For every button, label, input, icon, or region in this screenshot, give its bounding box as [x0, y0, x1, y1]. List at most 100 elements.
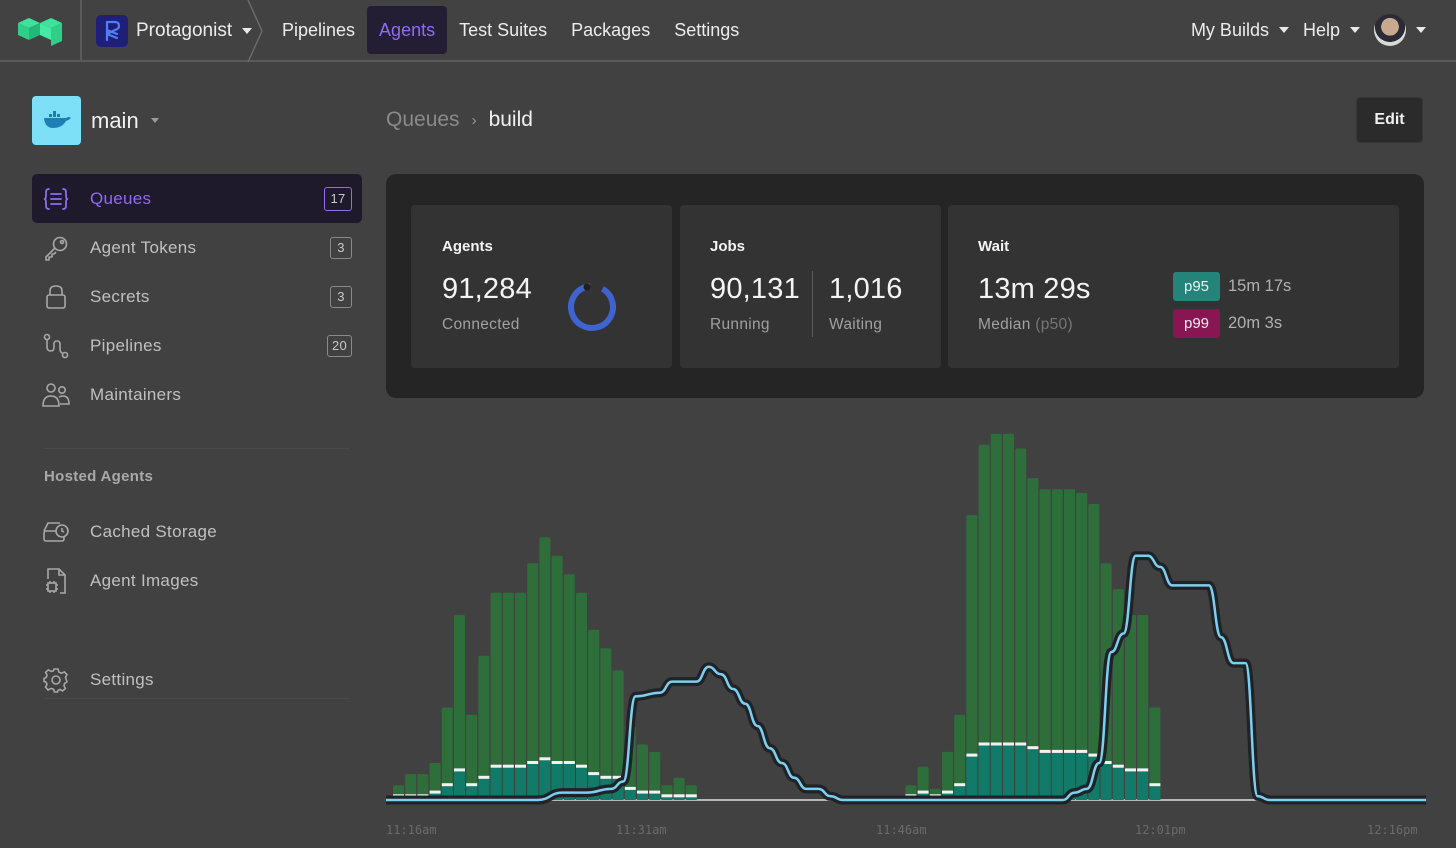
chevron-down-icon — [150, 118, 159, 123]
wait-card-title: Wait — [978, 238, 1010, 255]
jobs-running-value: 90,131 — [710, 273, 800, 305]
sidebar-item-pipelines[interactable]: Pipelines 20 — [32, 321, 362, 370]
bar-running — [649, 792, 661, 800]
x-tick-label: 12:16pm — [1367, 823, 1418, 837]
bar-running-marker — [515, 764, 526, 768]
sidebar-item-label: Settings — [90, 669, 154, 689]
p95-row: p95 15m 17s — [1173, 272, 1291, 301]
bar-running-marker — [624, 786, 636, 790]
nav-test-suites[interactable]: Test Suites — [447, 6, 559, 54]
sidebar-item-label: Pipelines — [90, 335, 162, 355]
lock-icon — [42, 283, 70, 311]
bar-running-marker — [551, 761, 563, 764]
bar-running — [1027, 748, 1039, 800]
bar-running — [1137, 770, 1149, 800]
bar-running-marker — [1015, 742, 1027, 746]
median-suffix: (p50) — [1035, 316, 1073, 333]
bar-running-marker — [1112, 764, 1124, 768]
bar-running-marker — [990, 742, 1002, 746]
cluster-menu: Queues 17 Agent Tokens 3 Secrets 3 Pipel… — [32, 174, 362, 419]
sidebar-item-label: Cached Storage — [90, 521, 218, 541]
bar-running-marker — [441, 783, 453, 787]
nav-agents[interactable]: Agents — [367, 6, 448, 54]
jobs-waiting-label: Waiting — [829, 316, 883, 333]
my-builds-menu[interactable]: My Builds — [1191, 20, 1289, 41]
sidebar-item-agent-images[interactable]: Agent Images — [32, 556, 362, 605]
bar-running — [978, 744, 990, 800]
bar-running-marker — [478, 775, 490, 779]
user-nav: My Builds Help — [1191, 14, 1426, 46]
breadcrumb-queues-link[interactable]: Queues — [386, 108, 460, 132]
bar-running-marker — [1125, 768, 1136, 772]
bar-running-marker — [454, 768, 465, 772]
bar-running — [1003, 744, 1014, 800]
bar-running — [502, 766, 514, 800]
nav-settings[interactable]: Settings — [662, 6, 751, 54]
wait-median-value: 13m 29s — [978, 273, 1091, 305]
agents-card-title: Agents — [442, 238, 493, 255]
hosted-agents-heading: Hosted Agents — [44, 468, 154, 485]
bar-running — [490, 766, 502, 800]
jobs-card: Jobs 90,131 Running 1,016 Waiting — [680, 205, 941, 368]
count-badge: 3 — [330, 285, 352, 308]
bar-running — [515, 766, 526, 800]
median-label: Median — [978, 316, 1031, 333]
wait-median-label: Median (p50) — [978, 316, 1073, 334]
help-label: Help — [1302, 19, 1340, 40]
workspace-switcher[interactable]: main — [32, 96, 159, 145]
bar-running-marker — [649, 790, 661, 794]
bar-running-marker — [637, 790, 648, 794]
bar-running-marker — [942, 790, 953, 794]
key-icon — [42, 234, 70, 262]
chevron-down-icon — [1350, 27, 1360, 33]
sidebar-item-secrets[interactable]: Secrets 3 — [32, 272, 362, 321]
gear-icon — [42, 666, 70, 694]
nav-packages[interactable]: Packages — [559, 6, 662, 54]
sidebar-item-label: Agent Images — [90, 570, 199, 590]
cached-storage-icon — [42, 518, 70, 546]
bar-running-marker — [954, 783, 966, 787]
sidebar-item-label: Maintainers — [90, 384, 182, 404]
user-menu[interactable] — [1374, 14, 1426, 46]
count-badge: 17 — [324, 186, 352, 211]
sidebar-item-settings[interactable]: Settings — [32, 655, 362, 704]
bar-running — [1112, 766, 1124, 800]
sidebar-divider — [44, 448, 350, 449]
queues-icon — [42, 185, 70, 213]
bar-running-marker — [1137, 768, 1149, 772]
nav-pipelines[interactable]: Pipelines — [270, 6, 367, 54]
bar-running — [1051, 751, 1063, 800]
help-menu[interactable]: Help — [1303, 20, 1360, 41]
bar-running-marker — [429, 790, 441, 794]
bar-running-marker — [1076, 749, 1088, 753]
bar-running — [624, 788, 636, 800]
sidebar-item-cached-storage[interactable]: Cached Storage — [32, 507, 362, 556]
p99-value: 20m 3s — [1228, 314, 1283, 332]
chevron-down-icon — [1278, 27, 1289, 33]
workspace-name: main — [91, 107, 139, 133]
users-icon — [42, 381, 70, 409]
sidebar-item-queues[interactable]: Queues 17 — [32, 174, 362, 223]
bar-running-marker — [673, 794, 685, 798]
chevron-down-icon — [1416, 27, 1426, 33]
sidebar-item-maintainers[interactable]: Maintainers — [32, 370, 362, 419]
bar-running-marker — [588, 772, 600, 776]
queue-activity-chart: 11:16am 11:31am 11:46am 12:01pm 12:16pm — [386, 410, 1426, 848]
count-badge: 20 — [326, 334, 352, 357]
bar-running-marker — [685, 794, 697, 798]
agents-connected-label: Connected — [442, 316, 520, 333]
org-avatar-icon — [96, 15, 128, 47]
count-badge: 3 — [330, 236, 352, 259]
org-name: Protagonist — [136, 20, 233, 41]
settings-menu: Settings — [32, 655, 362, 704]
buildkite-logo-icon[interactable] — [18, 18, 64, 46]
sidebar-item-label: Secrets — [90, 286, 150, 306]
org-switcher[interactable]: Protagonist — [96, 15, 253, 47]
sidebar: main Queues 17 Agent Tokens 3 Secrets 3 — [0, 64, 376, 848]
edit-button[interactable]: Edit — [1356, 97, 1423, 143]
agents-card: Agents 91,284 Connected — [411, 205, 672, 368]
breadcrumb: Queues › build — [386, 108, 533, 132]
agents-connected-value: 91,284 — [442, 273, 532, 305]
bar-running-marker — [563, 761, 575, 764]
sidebar-item-agent-tokens[interactable]: Agent Tokens 3 — [32, 223, 362, 272]
